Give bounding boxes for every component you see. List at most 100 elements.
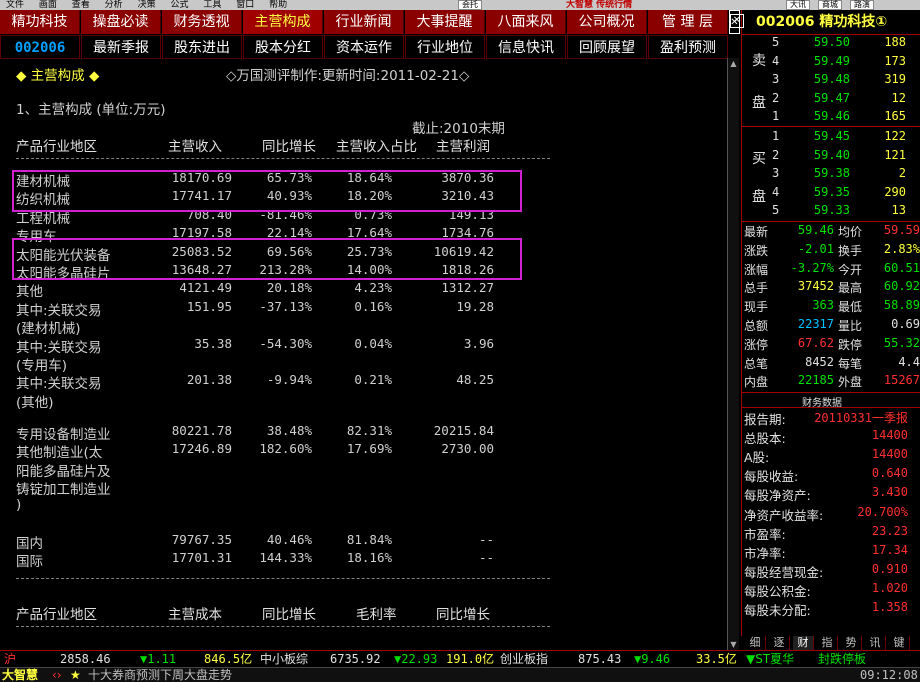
news-text: 封跌停板 xyxy=(818,652,867,666)
menu-extra-button[interactable]: 会托 xyxy=(458,0,482,10)
divider xyxy=(742,126,920,127)
tab-industry-news[interactable]: 行业新闻 xyxy=(324,10,404,34)
quote-tab-4[interactable]: 势 xyxy=(841,636,862,650)
order-price: 59.38 xyxy=(813,166,850,180)
panel-close-icon[interactable]: ✕ xyxy=(730,14,744,28)
tab-profit-forecast[interactable]: 盈利预测 xyxy=(648,35,728,59)
mall-button[interactable]: 商城 xyxy=(818,0,842,10)
order-level: 5 xyxy=(772,203,780,217)
tab-dividends[interactable]: 股本分红 xyxy=(243,35,323,59)
order-volume: 165 xyxy=(884,109,906,123)
quote-tab-6[interactable]: 键 xyxy=(889,636,910,650)
col-header-revenue: 主营收入 xyxy=(168,139,222,155)
fin-value: 23.23 xyxy=(871,523,908,538)
tab-events[interactable]: 大事提醒 xyxy=(405,10,485,34)
tab-financials[interactable]: 财务透视 xyxy=(162,10,242,34)
buy-label-bottom: 盘 xyxy=(752,189,766,205)
menu-file[interactable]: 文件 xyxy=(0,0,30,10)
ticker-headline[interactable]: 十大券商预测下周大盘走势 xyxy=(88,668,232,682)
quote-tab-5[interactable]: 讯 xyxy=(865,636,886,650)
row-name: 其中:关联交易 xyxy=(16,302,102,319)
stat-label: 总笔 xyxy=(744,356,769,371)
menu-tools[interactable]: 工具 xyxy=(197,0,227,10)
order-level: 2 xyxy=(772,90,780,105)
row-yoy: -54.30% xyxy=(259,335,312,351)
tab-company-overview[interactable]: 公司概况 xyxy=(567,10,647,34)
stat-value: 2.83% xyxy=(883,241,920,256)
order-volume: 121 xyxy=(884,147,906,162)
scroll-up-icon[interactable]: ▲ xyxy=(728,58,739,69)
order-level: 3 xyxy=(772,72,780,86)
tab-eight-winds[interactable]: 八面来风 xyxy=(486,10,566,34)
sh-index-label[interactable]: 沪 xyxy=(4,651,16,667)
tab-industry-position[interactable]: 行业地位 xyxy=(405,35,485,59)
cutoff-label: 截止:2010末期 xyxy=(412,121,505,137)
stat-label: 最高 xyxy=(838,281,863,296)
news-stock[interactable]: ▼ST夏华 xyxy=(746,651,794,667)
order-level: 1 xyxy=(772,109,780,123)
tab-main-business[interactable]: 主营构成 xyxy=(243,10,323,34)
gem-index-label[interactable]: 创业板指 xyxy=(500,651,548,667)
menu-formula[interactable]: 公式 xyxy=(164,0,194,10)
subtitle: 1、主营构成 (单位:万元) xyxy=(16,102,166,118)
stat-label: 均价 xyxy=(838,225,863,239)
dx-button[interactable]: 大讯 xyxy=(786,0,810,10)
order-volume: 290 xyxy=(884,184,906,199)
row-profit: 19.28 xyxy=(456,298,494,314)
row-yoy: -9.94% xyxy=(266,372,312,388)
header-divider xyxy=(16,158,550,159)
menu-decision[interactable]: 决策 xyxy=(132,0,162,10)
roadshow-button[interactable]: 路演 xyxy=(850,0,874,10)
tab-review-outlook[interactable]: 回顾展望 xyxy=(567,35,647,59)
quote-tab-0[interactable]: 细 xyxy=(745,636,766,650)
quote-tab-2[interactable]: 财 xyxy=(793,636,814,650)
menu-analysis[interactable]: 分析 xyxy=(99,0,129,10)
row-revenue: 80221.78 xyxy=(171,423,232,438)
order-level: 3 xyxy=(772,166,780,180)
stat-label: 每笔 xyxy=(838,356,863,371)
vertical-scrollbar[interactable]: ▲ ▼ xyxy=(727,58,739,650)
row-name: 阳能多晶硅片及 xyxy=(16,463,111,480)
scroll-down-icon[interactable]: ▼ xyxy=(728,639,739,650)
order-price: 59.50 xyxy=(813,35,850,49)
tab-must-read[interactable]: 操盘必读 xyxy=(81,10,161,34)
menu-help[interactable]: 帮助 xyxy=(263,0,293,10)
sme-index-change: ▼22.93 xyxy=(394,652,438,666)
tab-management[interactable]: 管 理 层 xyxy=(648,10,728,34)
row-yoy: 20.18% xyxy=(266,280,312,296)
stat-label: 涨跌 xyxy=(744,243,769,258)
menu-view[interactable]: 查看 xyxy=(66,0,96,10)
row-share: 4.23% xyxy=(354,280,392,296)
stat-value: 59.59 xyxy=(883,223,920,237)
menu-screen[interactable]: 画面 xyxy=(33,0,63,10)
fin-value: 20.700% xyxy=(857,504,908,519)
fin-label: 每股收益: xyxy=(744,469,799,485)
star-icon[interactable]: ★ xyxy=(70,668,81,682)
stat-value: 22317 xyxy=(797,317,834,331)
sh-index-value: 2858.46 xyxy=(60,652,111,666)
row-profit: 3.96 xyxy=(463,335,494,351)
sme-index-label[interactable]: 中小板综 xyxy=(260,651,308,667)
row-revenue: 151.95 xyxy=(186,298,232,314)
order-volume: 188 xyxy=(884,35,906,49)
ticker-arrows-icon[interactable]: ‹› xyxy=(52,668,62,682)
stat-value: 60.92 xyxy=(883,279,920,294)
stat-label: 现手 xyxy=(744,300,769,315)
stat-label: 涨幅 xyxy=(744,262,769,277)
tab-stock-code[interactable]: 002006 xyxy=(0,35,80,59)
fin-label: 报告期: xyxy=(744,412,786,427)
fin-value: 14400 xyxy=(871,428,908,443)
news-ticker: 大智慧 ‹› ★ 十大券商预测下周大盘走势 09:12:08 xyxy=(0,667,920,682)
tab-shareholders[interactable]: 股东进出 xyxy=(162,35,242,59)
quote-tab-1[interactable]: 逐 xyxy=(769,636,790,650)
stat-label: 最低 xyxy=(838,300,863,315)
row-yoy: 144.33% xyxy=(259,550,312,566)
tab-latest-report[interactable]: 最新季报 xyxy=(81,35,161,59)
tab-capital-ops[interactable]: 资本运作 xyxy=(324,35,404,59)
tab-stock-name[interactable]: 精功科技 xyxy=(0,10,80,34)
tab-newsflash[interactable]: 信息快讯 xyxy=(486,35,566,59)
menu-window[interactable]: 窗口 xyxy=(230,0,260,10)
quote-tab-3[interactable]: 指 xyxy=(817,636,838,650)
row-name: (建材机械) xyxy=(16,321,81,338)
stat-value: 58.89 xyxy=(883,298,920,313)
